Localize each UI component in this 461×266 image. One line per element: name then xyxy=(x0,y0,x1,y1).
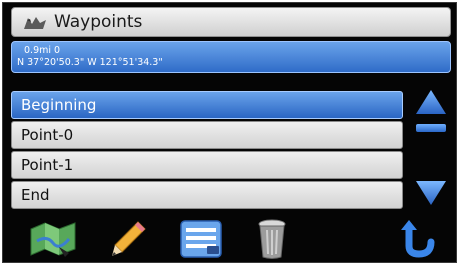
location-info-panel: 0.9mi 0 N 37°20'50.3" W 121°51'34.3" xyxy=(11,41,451,73)
back-arrow-icon[interactable] xyxy=(401,220,437,258)
bottom-toolbar xyxy=(3,211,456,262)
list-icon[interactable] xyxy=(179,219,223,259)
trash-icon[interactable] xyxy=(257,218,287,260)
title-bar: Waypoints xyxy=(11,7,451,37)
waypoints-screen: Waypoints 0.9mi 0 N 37°20'50.3" W 121°51… xyxy=(2,2,457,263)
list-item-point-0[interactable]: Point-0 xyxy=(11,121,403,149)
scroll-down-arrow-icon[interactable] xyxy=(414,179,448,207)
distance-readout: 0.9mi 0 xyxy=(24,45,61,56)
list-item-point-1[interactable]: Point-1 xyxy=(11,151,403,179)
scroll-position-indicator xyxy=(416,124,446,132)
coordinates-readout: N 37°20'50.3" W 121°51'34.3" xyxy=(17,57,163,68)
waypoints-flag-icon xyxy=(24,17,46,29)
list-item-beginning[interactable]: Beginning xyxy=(11,91,403,119)
page-title: Waypoints xyxy=(54,12,143,32)
scroll-up-arrow-icon[interactable] xyxy=(414,88,448,116)
map-icon[interactable] xyxy=(29,219,77,259)
list-item-end[interactable]: End xyxy=(11,181,403,209)
pencil-icon[interactable] xyxy=(108,219,148,259)
